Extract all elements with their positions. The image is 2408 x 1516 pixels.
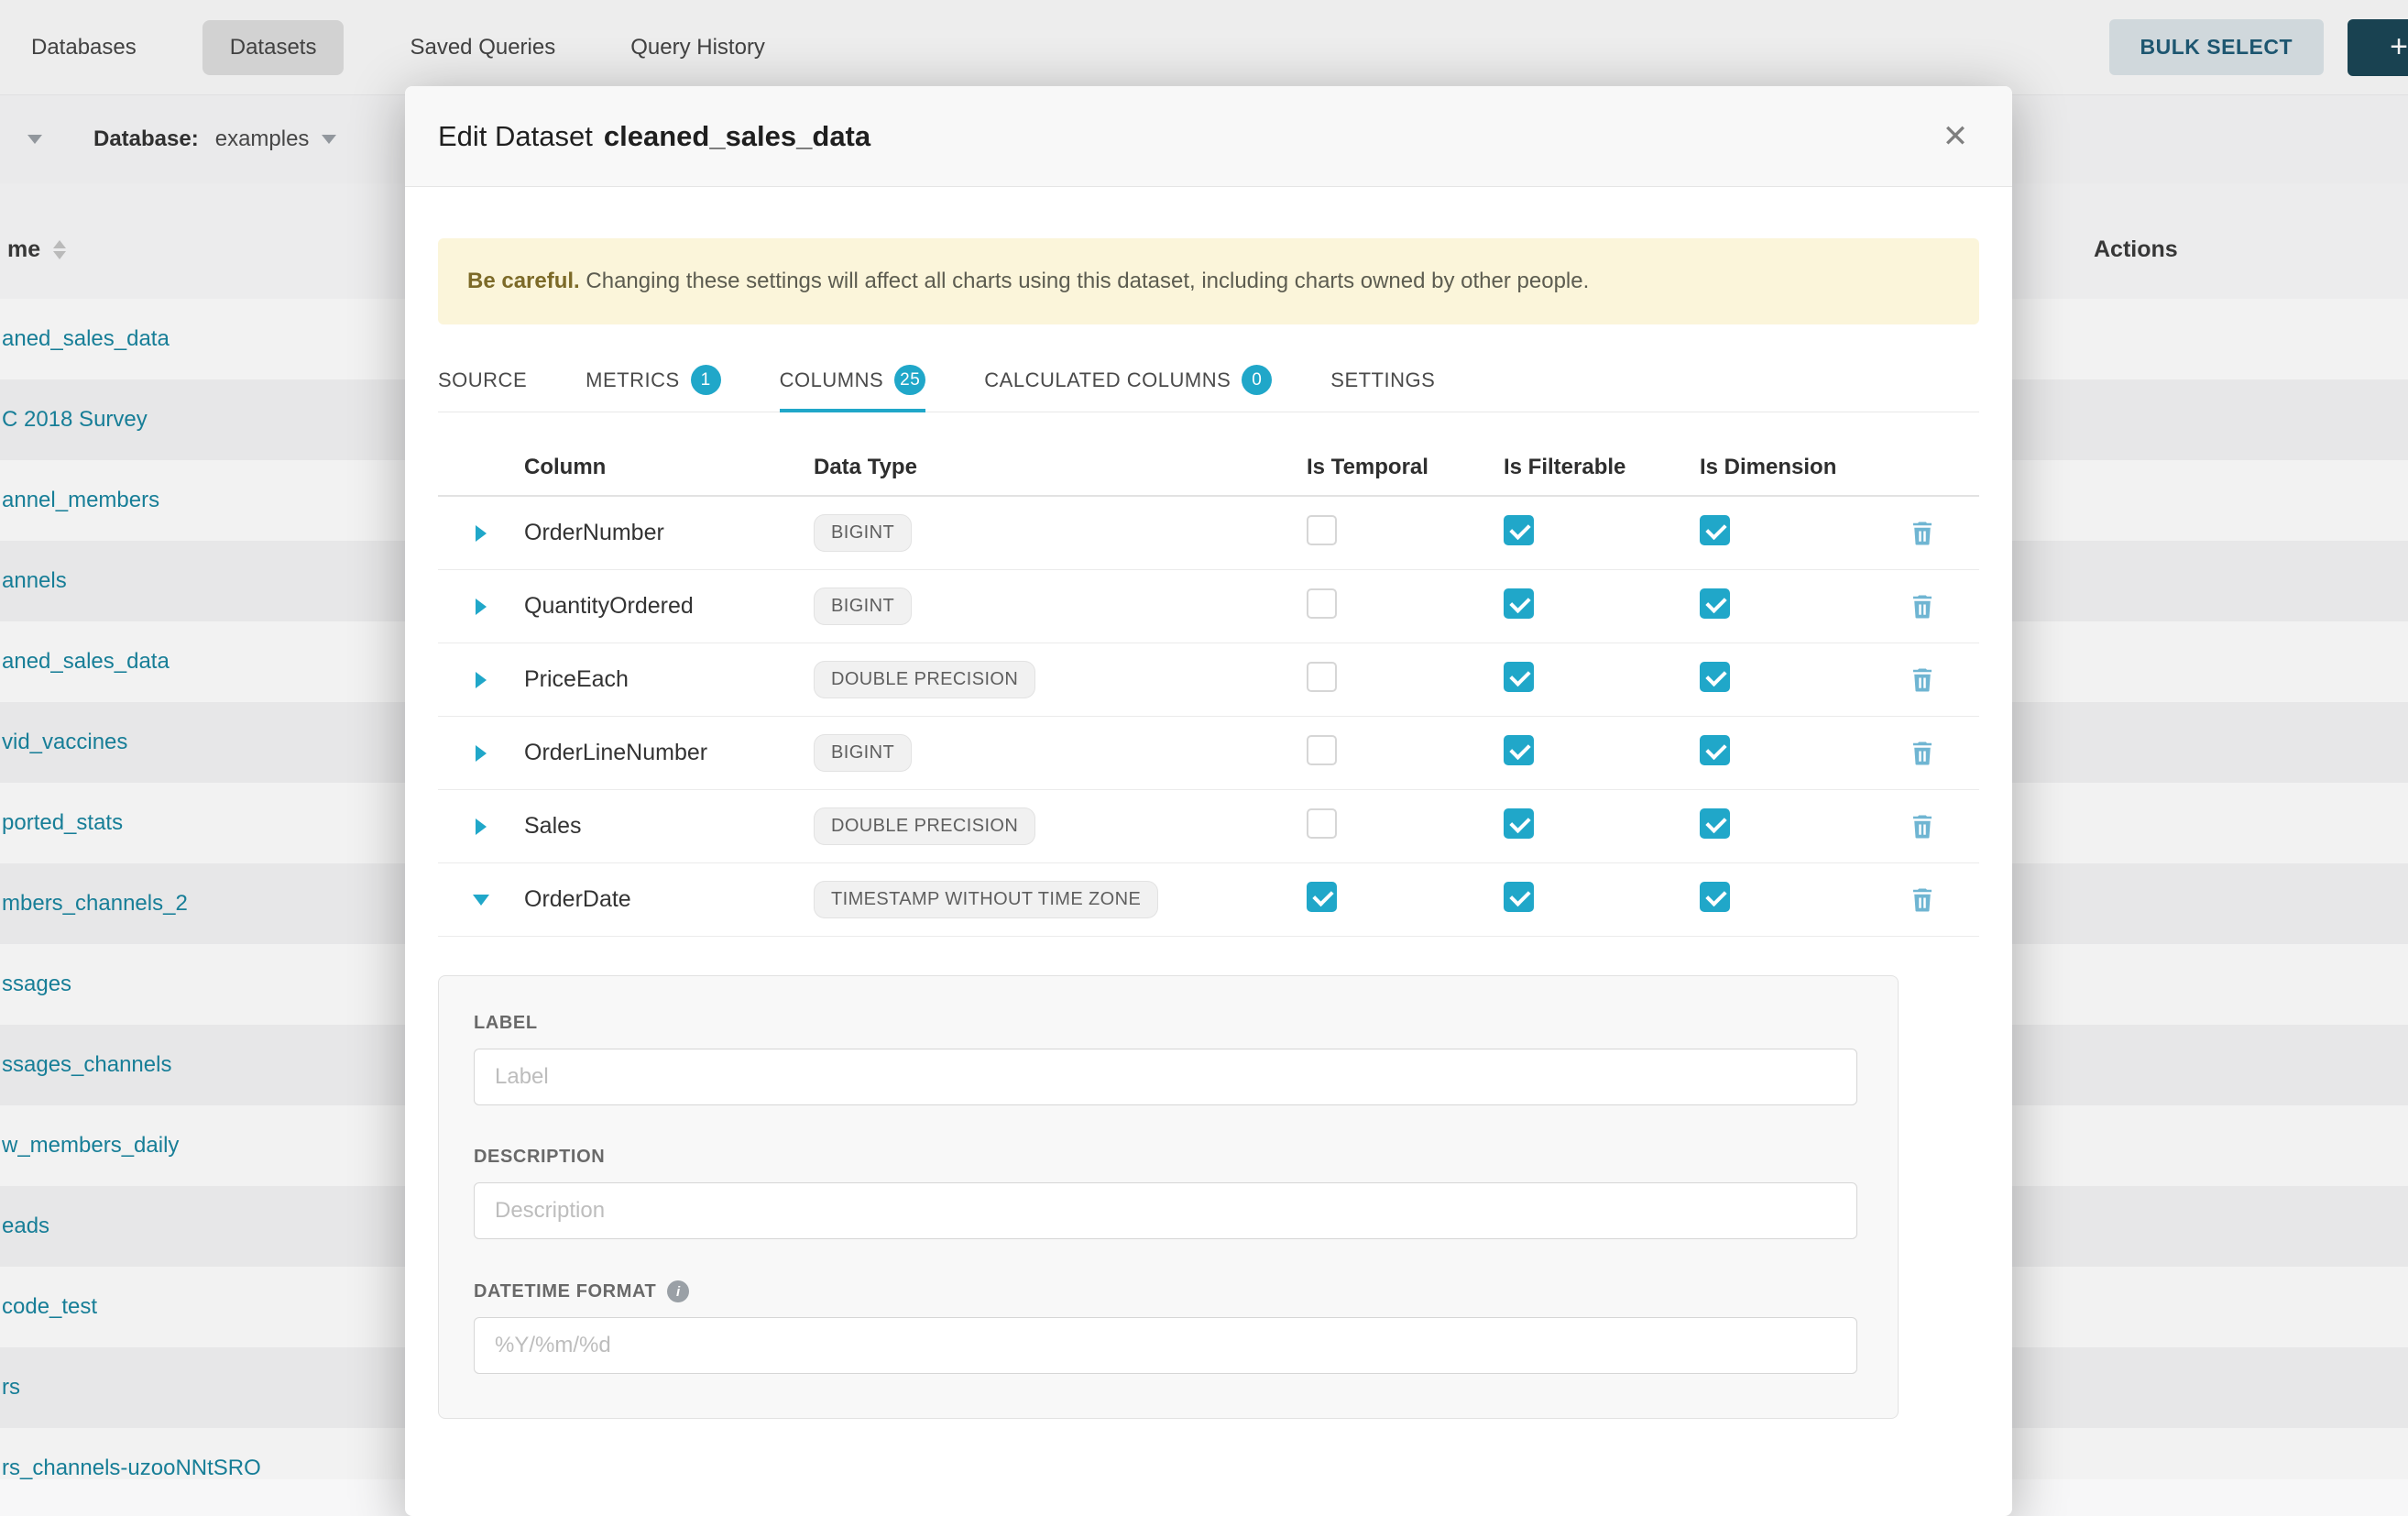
data-type-pill: BIGINT bbox=[814, 588, 912, 625]
warning-banner: Be careful. Changing these settings will… bbox=[438, 238, 1979, 324]
table-row: OrderNumber BIGINT bbox=[438, 497, 1979, 570]
expand-caret-icon[interactable] bbox=[476, 525, 487, 542]
info-icon: i bbox=[667, 1280, 689, 1302]
tab-calculated-columns[interactable]: CALCULATED COLUMNS 0 bbox=[984, 348, 1272, 412]
is-filterable-checkbox[interactable] bbox=[1504, 588, 1534, 619]
is-filterable-checkbox[interactable] bbox=[1504, 808, 1534, 839]
label-input[interactable] bbox=[474, 1049, 1857, 1105]
data-type-pill: DOUBLE PRECISION bbox=[814, 661, 1035, 698]
is-dimension-checkbox[interactable] bbox=[1700, 662, 1730, 692]
modal-header: Edit Dataset cleaned_sales_data ✕ bbox=[405, 86, 2012, 187]
tab-columns[interactable]: COLUMNS 25 bbox=[780, 348, 926, 412]
column-name: QuantityOrdered bbox=[524, 593, 814, 620]
is-filterable-checkbox[interactable] bbox=[1504, 882, 1534, 912]
trash-icon[interactable] bbox=[1909, 593, 1936, 621]
tab-label: SOURCE bbox=[438, 368, 527, 392]
is-dimension-checkbox[interactable] bbox=[1700, 588, 1730, 619]
is-dimension-checkbox[interactable] bbox=[1700, 735, 1730, 765]
table-row: QuantityOrdered BIGINT bbox=[438, 570, 1979, 643]
edit-dataset-modal: Edit Dataset cleaned_sales_data ✕ Be car… bbox=[405, 86, 2012, 1516]
trash-icon[interactable] bbox=[1909, 740, 1936, 767]
datetime-format-field-label: DATETIME FORMAT i bbox=[474, 1280, 1857, 1302]
description-input[interactable] bbox=[474, 1182, 1857, 1239]
columns-table-header: Column Data Type Is Temporal Is Filterab… bbox=[438, 440, 1979, 497]
expand-caret-icon[interactable] bbox=[476, 672, 487, 688]
calculated-columns-count-badge: 0 bbox=[1242, 365, 1272, 395]
is-filterable-header: Is Filterable bbox=[1504, 455, 1700, 480]
data-type-pill: BIGINT bbox=[814, 514, 912, 552]
description-field-label: DESCRIPTION bbox=[474, 1147, 1857, 1168]
trash-icon[interactable] bbox=[1909, 813, 1936, 840]
modal-body: Be careful. Changing these settings will… bbox=[405, 238, 2012, 1419]
is-temporal-checkbox[interactable] bbox=[1307, 735, 1337, 765]
datetime-format-label-text: DATETIME FORMAT bbox=[474, 1281, 656, 1302]
tab-settings[interactable]: SETTINGS bbox=[1330, 348, 1435, 412]
trash-icon[interactable] bbox=[1909, 666, 1936, 694]
is-filterable-checkbox[interactable] bbox=[1504, 662, 1534, 692]
tab-label: CALCULATED COLUMNS bbox=[984, 368, 1231, 392]
tab-metrics[interactable]: METRICS 1 bbox=[586, 348, 721, 412]
column-name: OrderLineNumber bbox=[524, 740, 814, 766]
table-row: PriceEach DOUBLE PRECISION bbox=[438, 643, 1979, 717]
is-dimension-checkbox[interactable] bbox=[1700, 882, 1730, 912]
columns-count-badge: 25 bbox=[894, 365, 925, 395]
is-temporal-checkbox[interactable] bbox=[1307, 882, 1337, 912]
warning-text: Changing these settings will affect all … bbox=[580, 269, 1590, 293]
modal-title: Edit Dataset cleaned_sales_data bbox=[438, 120, 870, 153]
column-name: Sales bbox=[524, 813, 814, 840]
warning-bold-text: Be careful. bbox=[467, 269, 580, 293]
tab-label: SETTINGS bbox=[1330, 368, 1435, 392]
is-dimension-checkbox[interactable] bbox=[1700, 808, 1730, 839]
collapse-caret-icon[interactable] bbox=[473, 895, 489, 906]
metrics-count-badge: 1 bbox=[691, 365, 721, 395]
table-row: Sales DOUBLE PRECISION bbox=[438, 790, 1979, 863]
modal-title-prefix: Edit Dataset bbox=[438, 120, 593, 153]
column-name: OrderNumber bbox=[524, 520, 814, 546]
is-temporal-checkbox[interactable] bbox=[1307, 662, 1337, 692]
column-name: OrderDate bbox=[524, 886, 814, 913]
trash-icon[interactable] bbox=[1909, 520, 1936, 547]
data-type-pill: BIGINT bbox=[814, 734, 912, 772]
is-dimension-header: Is Dimension bbox=[1700, 455, 1865, 480]
label-field-label-text: LABEL bbox=[474, 1013, 538, 1034]
column-name: PriceEach bbox=[524, 666, 814, 693]
expand-caret-icon[interactable] bbox=[476, 818, 487, 835]
expanded-column-editor: LABEL DESCRIPTION DATETIME FORMAT i bbox=[438, 975, 1899, 1419]
description-field-label-text: DESCRIPTION bbox=[474, 1147, 605, 1168]
trash-icon[interactable] bbox=[1909, 886, 1936, 914]
tab-label: METRICS bbox=[586, 368, 680, 392]
modal-title-dataset-name: cleaned_sales_data bbox=[604, 120, 870, 153]
label-field-label: LABEL bbox=[474, 1013, 1857, 1034]
column-header: Column bbox=[524, 455, 814, 480]
expand-caret-icon[interactable] bbox=[476, 599, 487, 615]
table-row: OrderLineNumber BIGINT bbox=[438, 717, 1979, 790]
tab-label: COLUMNS bbox=[780, 368, 884, 392]
data-type-header: Data Type bbox=[814, 455, 1307, 480]
expand-caret-icon[interactable] bbox=[476, 745, 487, 762]
data-type-pill: TIMESTAMP WITHOUT TIME ZONE bbox=[814, 881, 1158, 918]
modal-tabs: SOURCE METRICS 1 COLUMNS 25 CALCULATED C… bbox=[438, 348, 1979, 412]
datetime-format-input[interactable] bbox=[474, 1317, 1857, 1374]
is-dimension-checkbox[interactable] bbox=[1700, 515, 1730, 545]
is-temporal-header: Is Temporal bbox=[1307, 455, 1504, 480]
is-filterable-checkbox[interactable] bbox=[1504, 515, 1534, 545]
columns-table: Column Data Type Is Temporal Is Filterab… bbox=[438, 440, 1979, 937]
data-type-pill: DOUBLE PRECISION bbox=[814, 807, 1035, 845]
is-filterable-checkbox[interactable] bbox=[1504, 735, 1534, 765]
is-temporal-checkbox[interactable] bbox=[1307, 515, 1337, 545]
table-row: OrderDate TIMESTAMP WITHOUT TIME ZONE bbox=[438, 863, 1979, 937]
is-temporal-checkbox[interactable] bbox=[1307, 808, 1337, 839]
tab-source[interactable]: SOURCE bbox=[438, 348, 527, 412]
is-temporal-checkbox[interactable] bbox=[1307, 588, 1337, 619]
close-icon[interactable]: ✕ bbox=[1935, 116, 1976, 157]
